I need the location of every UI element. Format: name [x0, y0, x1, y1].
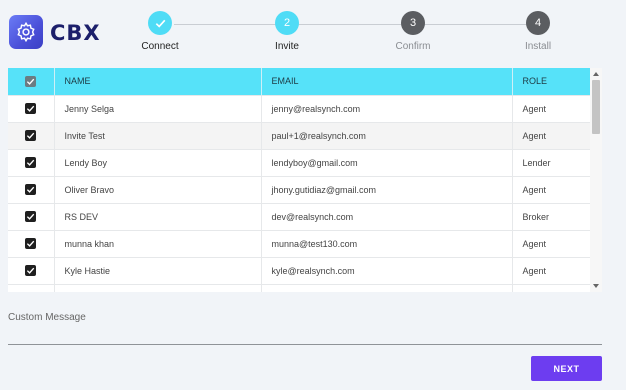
step-label: Confirm — [395, 41, 431, 52]
step-install[interactable]: 4 Install — [498, 11, 578, 52]
row-select-cell — [8, 283, 55, 292]
table-row[interactable]: Invite Test paul+1@realsynch.com Agent — [8, 121, 590, 149]
cell-name: Jenny Selga — [54, 94, 262, 122]
step-label: Connect — [141, 41, 179, 52]
cell-role — [512, 283, 590, 292]
cell-email: munna@test130.com — [261, 229, 513, 257]
column-header-name[interactable]: NAME — [54, 68, 262, 95]
table-row[interactable]: Jenny Selga jenny@realsynch.com Agent — [8, 94, 590, 122]
select-all-checkbox[interactable] — [25, 75, 37, 87]
gear-icon — [17, 21, 35, 43]
step-invite[interactable]: 2 Invite — [247, 11, 327, 52]
scroll-down-arrow-icon[interactable] — [593, 284, 599, 288]
row-select-cell — [8, 256, 55, 284]
row-select-cell — [8, 148, 55, 176]
cell-role: Lender — [512, 148, 590, 176]
step-confirm[interactable]: 3 Confirm — [373, 11, 453, 52]
checkmark-icon — [27, 213, 35, 220]
step-connect[interactable]: Connect — [120, 11, 200, 52]
cell-role: Agent — [512, 121, 590, 149]
checkmark-icon — [155, 19, 165, 28]
cell-name: munna khan — [54, 229, 262, 257]
table-row[interactable]: munna khan munna@test130.com Agent — [8, 229, 590, 257]
row-select-cell — [8, 229, 55, 257]
step-label: Invite — [275, 41, 299, 52]
row-checkbox[interactable] — [25, 265, 37, 277]
row-select-cell — [8, 94, 55, 122]
cell-role: Agent — [512, 94, 590, 122]
app-logo-text: CBX — [50, 21, 101, 45]
table-header-row: NAME EMAIL ROLE — [8, 68, 590, 95]
cell-role: Agent — [512, 175, 590, 203]
cell-email: paul+1@realsynch.com — [261, 121, 513, 149]
cell-email: kyle@realsynch.com — [261, 256, 513, 284]
custom-message-label: Custom Message — [8, 312, 86, 323]
select-all-cell — [8, 68, 55, 95]
cell-email: jhony.gutidiaz@gmail.com — [261, 175, 513, 203]
cell-role: Agent — [512, 229, 590, 257]
step-label: Install — [524, 41, 552, 52]
row-checkbox[interactable] — [25, 130, 37, 142]
cell-name: Kyle Hastie — [54, 256, 262, 284]
checkmark-icon — [27, 159, 35, 166]
table-row[interactable]: RS DEV dev@realsynch.com Broker — [8, 202, 590, 230]
users-table: NAME EMAIL ROLE Jenny Selga jenny@realsy… — [8, 68, 602, 292]
table-scrollbar[interactable] — [590, 68, 602, 292]
cell-email: jenny@realsynch.com — [261, 94, 513, 122]
cell-name: Lendy Boy — [54, 148, 262, 176]
cell-email: dev@realsynch.com — [261, 202, 513, 230]
step-circle: 4 — [526, 11, 550, 35]
cell-role: Agent — [512, 256, 590, 284]
column-header-role[interactable]: ROLE — [512, 68, 590, 95]
table-row[interactable]: Oliver Bravo jhony.gutidiaz@gmail.com Ag… — [8, 175, 590, 203]
checkmark-icon — [27, 240, 35, 247]
row-checkbox[interactable] — [25, 184, 37, 196]
row-checkbox[interactable] — [25, 157, 37, 169]
cell-name: Invite Test — [54, 121, 262, 149]
scroll-up-arrow-icon[interactable] — [593, 72, 599, 76]
progress-stepper: Connect 2 Invite 3 Confirm 4 Install — [130, 11, 570, 55]
table-row[interactable]: Kyle Hastie kyle@realsynch.com Agent — [8, 256, 590, 284]
table-viewport: NAME EMAIL ROLE Jenny Selga jenny@realsy… — [8, 68, 590, 292]
cell-name: Oliver Bravo — [54, 175, 262, 203]
step-circle: 3 — [401, 11, 425, 35]
step-circle: 2 — [275, 11, 299, 35]
row-checkbox[interactable] — [25, 238, 37, 250]
table-row[interactable]: Lendy Boy lendyboy@gmail.com Lender — [8, 148, 590, 176]
row-select-cell — [8, 121, 55, 149]
cell-name — [54, 283, 262, 292]
cell-role: Broker — [512, 202, 590, 230]
custom-message-field[interactable]: Custom Message — [8, 312, 602, 345]
row-select-cell — [8, 202, 55, 230]
row-select-cell — [8, 175, 55, 203]
cell-name: RS DEV — [54, 202, 262, 230]
checkmark-icon — [27, 267, 35, 274]
column-header-email[interactable]: EMAIL — [261, 68, 513, 95]
step-circle — [148, 11, 172, 35]
checkmark-icon — [27, 132, 35, 139]
scrollbar-thumb[interactable] — [592, 80, 600, 134]
row-checkbox[interactable] — [25, 211, 37, 223]
app-logo — [9, 15, 43, 49]
next-button[interactable]: NEXT — [531, 356, 602, 381]
table-row[interactable] — [8, 283, 590, 292]
row-checkbox[interactable] — [25, 103, 37, 115]
checkmark-icon — [27, 78, 35, 85]
cell-email — [261, 283, 513, 292]
checkmark-icon — [27, 105, 35, 112]
cell-email: lendyboy@gmail.com — [261, 148, 513, 176]
checkmark-icon — [27, 186, 35, 193]
